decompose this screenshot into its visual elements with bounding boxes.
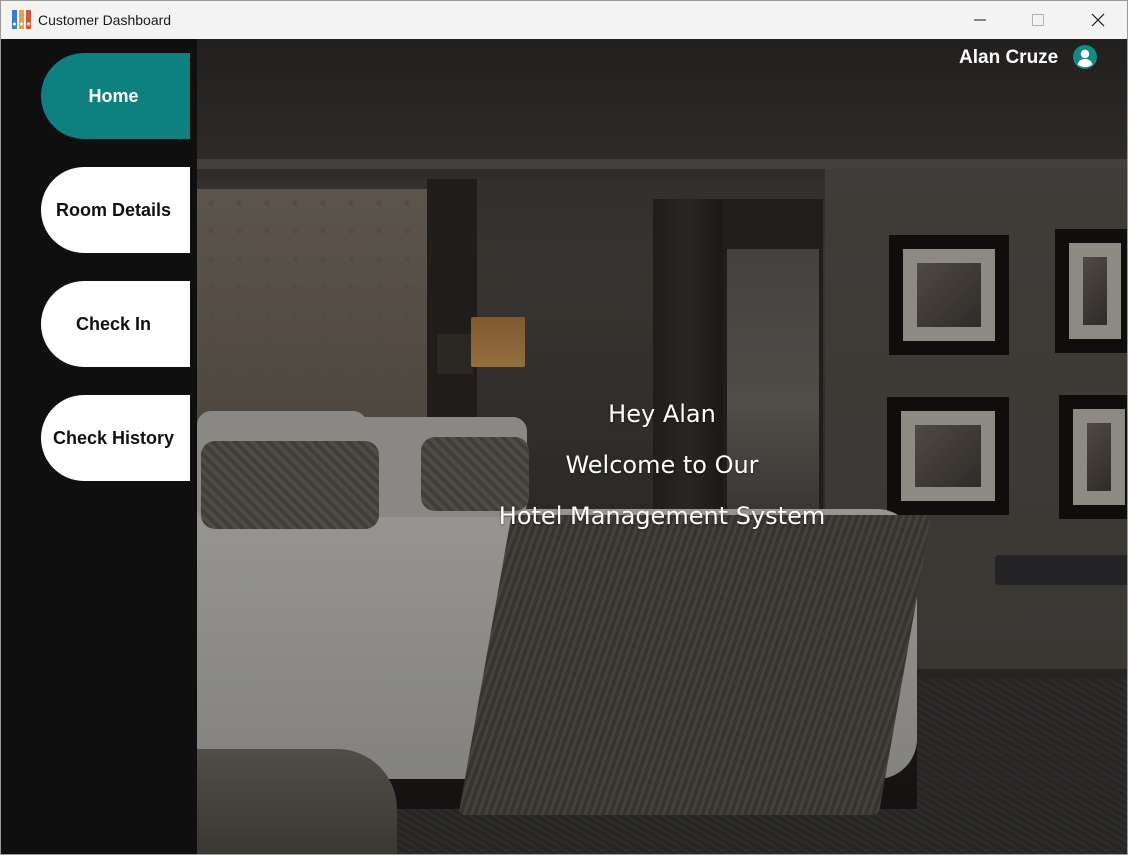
app-binders-icon [12,10,31,29]
nav-home-button[interactable]: Home [41,53,190,139]
minimize-button[interactable] [951,1,1009,39]
hotel-room-background: Alan Cruze Hey Alan Welcome to Our Hotel… [197,39,1127,854]
nav-room-details-button[interactable]: Room Details [41,167,190,253]
title-bar[interactable]: Customer Dashboard [1,1,1127,39]
maximize-icon [1032,14,1044,26]
user-avatar-icon[interactable] [1073,45,1097,69]
welcome-text: Welcome to Our [565,451,759,479]
sidebar-nav: Home Room Details Check In Check History [1,39,197,854]
nav-check-in-button[interactable]: Check In [41,281,190,367]
greeting-text: Hey Alan [608,400,716,428]
user-name-label: Alan Cruze [959,47,1059,68]
close-icon [1091,13,1105,27]
dashboard-content: Home Room Details Check In Check History [1,39,1127,854]
maximize-button[interactable] [1009,1,1067,39]
close-button[interactable] [1069,1,1127,39]
window-title: Customer Dashboard [38,12,172,28]
minimize-icon [974,19,986,21]
system-name-text: Hotel Management System [498,502,826,530]
nav-check-history-button[interactable]: Check History [41,395,190,481]
app-window: Customer Dashboard Home Room Details Che… [0,0,1128,855]
